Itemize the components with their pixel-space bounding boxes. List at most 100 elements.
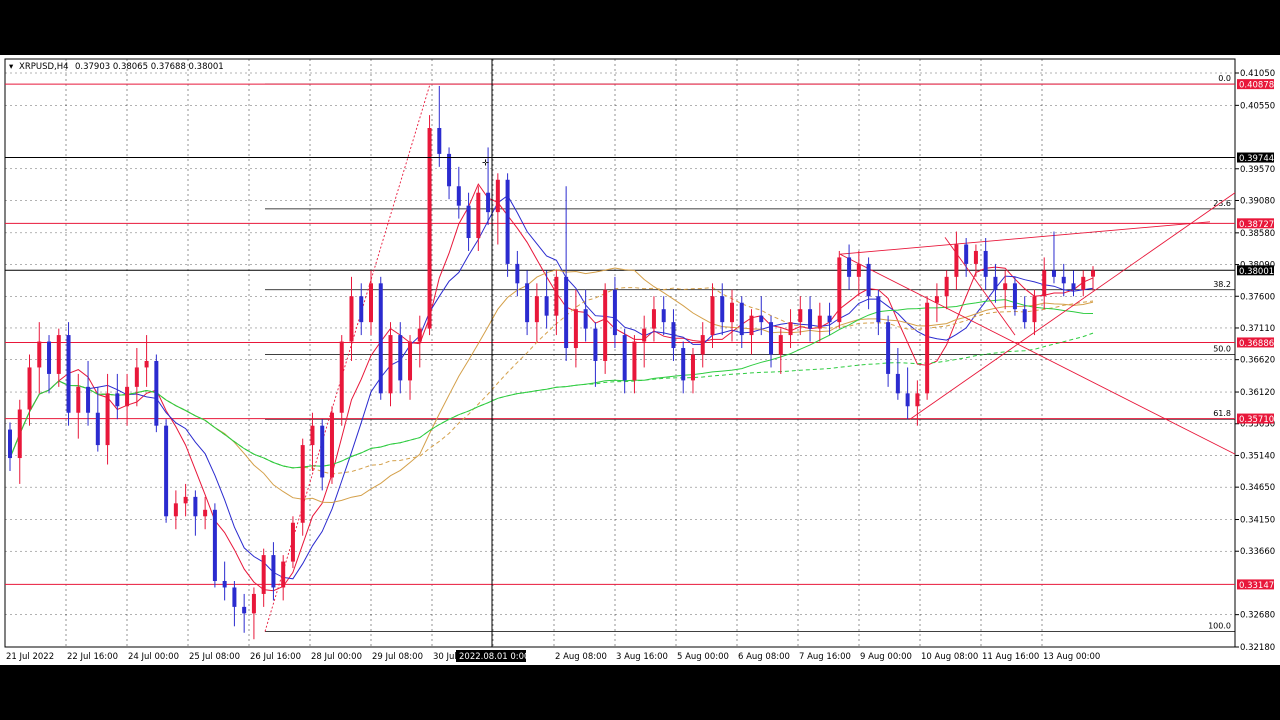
time-tick-label: 13 Aug 00:00	[1043, 652, 1100, 662]
candle-body	[583, 309, 588, 329]
candle-body	[66, 335, 71, 413]
candle-body	[934, 296, 939, 303]
candle	[798, 296, 803, 336]
candle	[447, 147, 452, 200]
candle-body	[622, 335, 627, 381]
fib-level-label: 38.2	[1213, 280, 1231, 289]
candle	[866, 257, 871, 310]
candle-body	[95, 412, 100, 446]
candle	[964, 238, 969, 277]
candle-body	[339, 341, 344, 413]
candle	[261, 548, 266, 607]
symbol-label: XRPUSD,H4	[19, 62, 69, 72]
candle	[339, 335, 344, 426]
candle	[37, 322, 42, 394]
candle-body	[388, 335, 393, 394]
candle-body	[827, 315, 832, 323]
candle	[661, 296, 666, 336]
candle-body	[8, 429, 12, 459]
candle-body	[769, 322, 774, 355]
time-tick-label: 22 Jul 16:00	[67, 652, 118, 662]
candle-body	[329, 412, 334, 478]
candle-body	[242, 606, 247, 614]
candle	[359, 283, 364, 336]
candle	[125, 373, 130, 426]
candle-body	[710, 296, 715, 336]
candle-body	[505, 179, 510, 264]
candle-body	[1022, 309, 1027, 323]
candle	[66, 322, 71, 426]
candle-body	[798, 309, 803, 323]
fib-level-label: 50.0	[1213, 344, 1231, 353]
candle	[944, 270, 949, 310]
grid-lines	[4, 58, 1236, 648]
candle	[690, 348, 695, 394]
candle-body	[603, 289, 608, 361]
candle-body	[427, 128, 432, 329]
time-tick-label: 6 Aug 08:00	[738, 652, 790, 662]
candle-body	[369, 283, 373, 323]
candle-body	[788, 322, 793, 336]
candle-body	[232, 587, 237, 607]
candle	[17, 399, 22, 484]
moving-average-line	[9, 194, 1094, 580]
candle	[534, 283, 539, 342]
candle	[710, 283, 715, 349]
price-axis: 0.41050 0.40550 0.39570 0.39080 0.38580 0.380…	[1235, 69, 1275, 653]
candle-body	[466, 205, 471, 239]
candle-body	[1042, 270, 1047, 297]
price-tick-label: 0.40550	[1240, 101, 1275, 111]
moving-average-line	[9, 332, 1094, 469]
candle-body	[1012, 283, 1017, 310]
candle	[651, 296, 656, 342]
candle	[993, 263, 998, 303]
candle-body	[164, 425, 169, 517]
candle	[310, 412, 315, 471]
candle	[193, 490, 198, 536]
candle-body	[544, 296, 549, 316]
candle	[154, 354, 159, 433]
time-tick-label: 3 Aug 16:00	[616, 652, 668, 662]
candle-body	[105, 393, 110, 446]
candle-body	[281, 561, 286, 588]
candle	[164, 419, 169, 523]
candle-body	[993, 276, 998, 290]
candle-body	[310, 425, 315, 446]
candle	[554, 270, 559, 336]
price-tick-label: 0.36620	[1240, 356, 1275, 366]
chart-window[interactable]: 0.0 23.6 38.2 50.0 61.8 100.0 ✛ 0.41050 0.4055…	[0, 55, 1280, 665]
candle-body	[437, 128, 442, 154]
candle-body	[895, 373, 900, 394]
candle	[1022, 296, 1027, 329]
chart-canvas[interactable]: 0.023.638.250.061.8100.0 ✛ 0.410500.4055…	[0, 55, 1280, 665]
price-tick-label: 0.38580	[1240, 229, 1275, 239]
candle	[983, 238, 988, 290]
candle-body	[398, 335, 403, 381]
candle-body	[847, 257, 852, 277]
candle	[808, 296, 813, 342]
moving-average-line	[9, 267, 1094, 504]
candle	[720, 283, 725, 336]
candle-body	[447, 153, 452, 187]
candle-body	[983, 250, 988, 277]
time-tick-label: 26 Jul 16:00	[250, 652, 301, 662]
collapse-triangle-icon[interactable]: ▾	[9, 62, 14, 72]
candle-body	[886, 322, 891, 374]
candle-body	[378, 283, 383, 394]
candle	[681, 341, 686, 394]
candle-body	[1051, 270, 1056, 277]
candle-body	[817, 315, 822, 329]
candle-body	[203, 509, 208, 517]
price-tick-label: 0.32180	[1240, 643, 1275, 653]
candle	[593, 322, 598, 387]
candle-body	[193, 496, 198, 517]
candle-body	[486, 192, 491, 213]
candle	[1061, 263, 1066, 297]
candle-body	[593, 328, 598, 361]
price-tick-label: 0.37110	[1240, 324, 1275, 334]
time-tick-label: 11 Aug 16:00	[982, 652, 1039, 662]
candle	[105, 373, 110, 465]
candle-body	[944, 276, 949, 297]
candle-body	[144, 360, 149, 368]
crosshair-time-label: 2022.08.01 0:00	[459, 652, 529, 662]
